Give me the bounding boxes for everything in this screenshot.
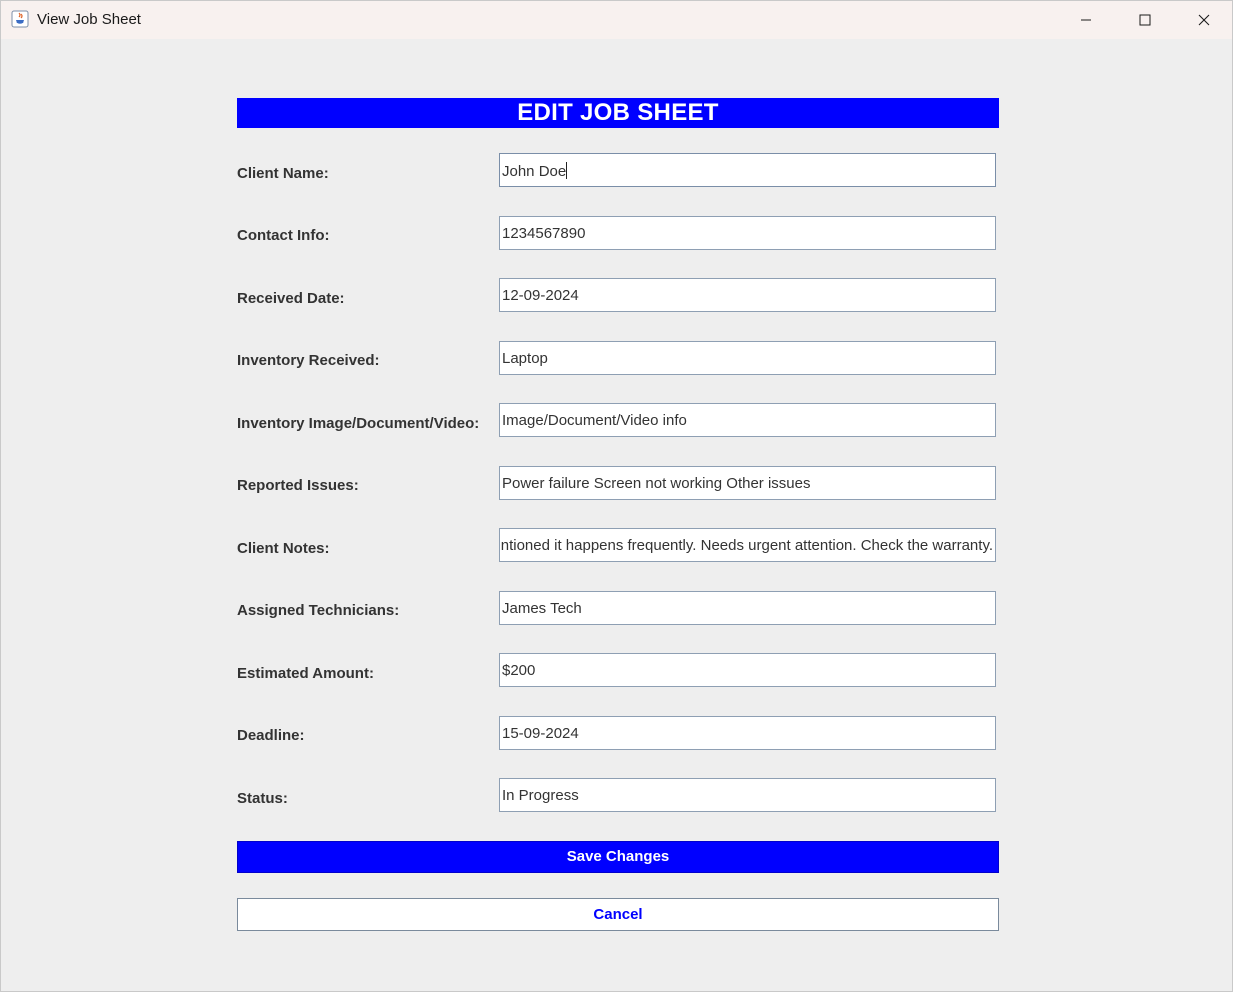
java-app-icon xyxy=(11,10,29,28)
maximize-icon xyxy=(1139,14,1151,26)
inventory-media-label: Inventory Image/Document/Video: xyxy=(237,415,480,432)
received-date-field[interactable]: 12-09-2024 xyxy=(499,278,996,312)
maximize-button[interactable] xyxy=(1116,1,1174,39)
deadline-field[interactable]: 15-09-2024 xyxy=(499,716,996,750)
deadline-label: Deadline: xyxy=(237,727,305,744)
reported-issues-value: Power failure Screen not working Other i… xyxy=(502,475,811,492)
title-bar[interactable]: View Job Sheet xyxy=(1,1,1232,39)
cancel-button[interactable]: Cancel xyxy=(237,898,999,931)
received-date-value: 12-09-2024 xyxy=(502,287,579,304)
estimated-amount-label: Estimated Amount: xyxy=(237,665,374,682)
client-name-value: John Doe xyxy=(502,162,568,180)
client-notes-field[interactable]: nentioned it happens frequently. Needs u… xyxy=(499,528,996,562)
status-label: Status: xyxy=(237,790,288,807)
contact-info-field[interactable]: 1234567890 xyxy=(499,216,996,250)
page-title: EDIT JOB SHEET xyxy=(237,98,999,128)
window-title: View Job Sheet xyxy=(37,11,141,28)
received-date-label: Received Date: xyxy=(237,290,345,307)
deadline-value: 15-09-2024 xyxy=(502,725,579,742)
client-name-field[interactable]: John Doe xyxy=(499,153,996,187)
contact-info-label: Contact Info: xyxy=(237,227,330,244)
contact-info-value: 1234567890 xyxy=(502,225,586,242)
assigned-technicians-value: James Tech xyxy=(502,600,582,617)
client-name-label: Client Name: xyxy=(237,165,329,182)
client-notes-value: nentioned it happens frequently. Needs u… xyxy=(499,537,993,554)
status-value: In Progress xyxy=(502,787,579,804)
text-caret xyxy=(566,162,568,179)
inventory-received-value: Laptop xyxy=(502,350,548,367)
estimated-amount-field[interactable]: $200 xyxy=(499,653,996,687)
save-changes-button[interactable]: Save Changes xyxy=(237,841,999,873)
inventory-media-field[interactable]: Image/Document/Video info xyxy=(499,403,996,437)
status-field[interactable]: In Progress xyxy=(499,778,996,812)
inventory-media-value: Image/Document/Video info xyxy=(502,412,687,429)
assigned-technicians-field[interactable]: James Tech xyxy=(499,591,996,625)
job-sheet-window: View Job Sheet EDIT JOB SHEET Client Nam… xyxy=(0,0,1233,992)
minimize-icon xyxy=(1081,19,1091,21)
estimated-amount-value: $200 xyxy=(502,662,536,679)
assigned-technicians-label: Assigned Technicians: xyxy=(237,602,400,619)
client-notes-label: Client Notes: xyxy=(237,540,330,557)
reported-issues-label: Reported Issues: xyxy=(237,477,359,494)
minimize-button[interactable] xyxy=(1057,1,1115,39)
close-button[interactable] xyxy=(1175,1,1233,39)
reported-issues-field[interactable]: Power failure Screen not working Other i… xyxy=(499,466,996,500)
close-icon xyxy=(1198,14,1210,26)
inventory-received-field[interactable]: Laptop xyxy=(499,341,996,375)
inventory-received-label: Inventory Received: xyxy=(237,352,380,369)
